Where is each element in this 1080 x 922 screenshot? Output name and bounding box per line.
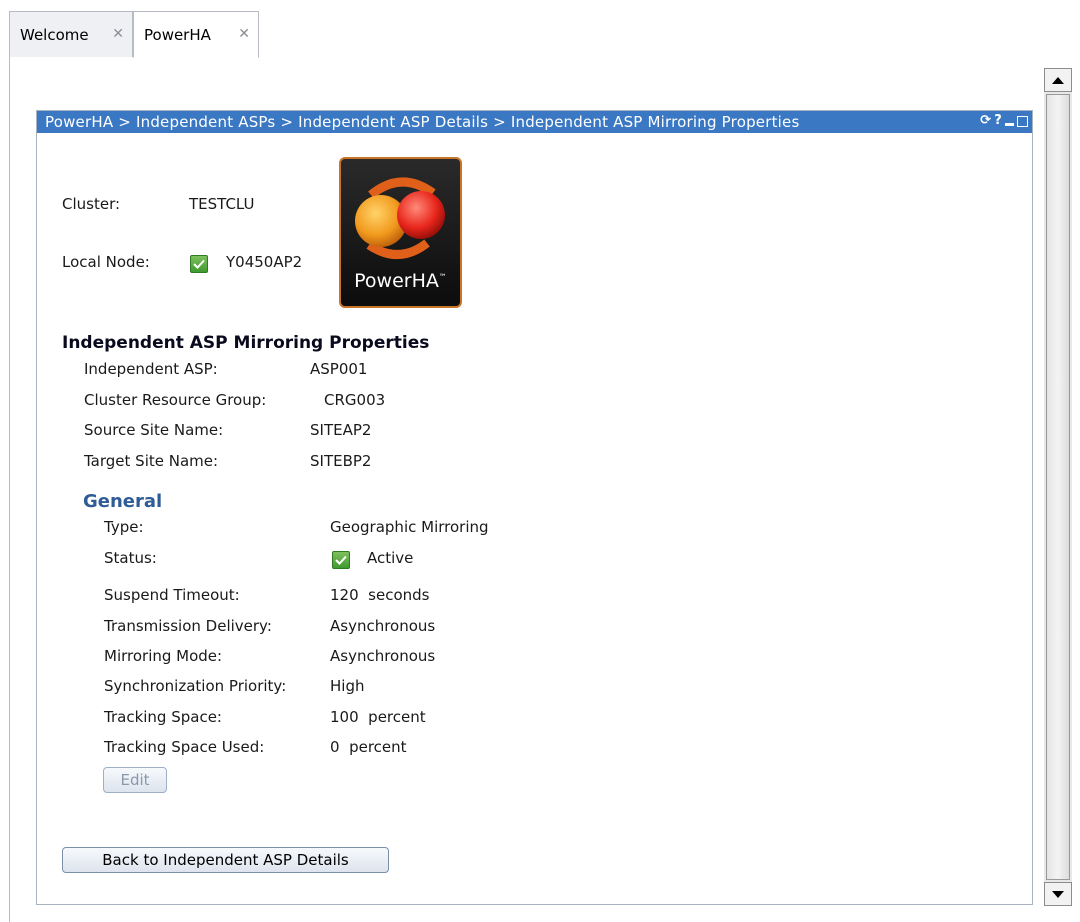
- back-button[interactable]: Back to Independent ASP Details: [62, 847, 389, 873]
- edit-button[interactable]: Edit: [103, 767, 167, 793]
- tracking-space-used-value: 0 percent: [330, 738, 407, 756]
- scroll-thumb[interactable]: [1046, 94, 1070, 880]
- target-site-value: SITEBP2: [310, 452, 372, 470]
- transmission-delivery-label: Transmission Delivery:: [104, 617, 272, 635]
- tab-bar: Welcome ✕ PowerHA ✕: [0, 0, 1080, 58]
- status-value: Active: [367, 549, 414, 567]
- status-label: Status:: [104, 549, 157, 567]
- transmission-delivery-value: Asynchronous: [330, 617, 436, 635]
- checkmark-icon: [332, 551, 350, 569]
- source-site-label: Source Site Name:: [84, 421, 224, 439]
- cluster-label: Cluster:: [62, 195, 121, 213]
- source-site-value: SITEAP2: [310, 421, 372, 439]
- portlet-title-bar: PowerHA > Independent ASPs > Independent…: [37, 111, 1032, 133]
- local-node-label: Local Node:: [62, 253, 150, 271]
- logo-text: PowerHA™: [341, 270, 460, 292]
- powerha-logo: PowerHA™: [339, 157, 462, 308]
- section-title: Independent ASP Mirroring Properties: [62, 333, 430, 353]
- tracking-space-value: 100 percent: [330, 708, 426, 726]
- help-icon[interactable]: ?: [994, 114, 1002, 128]
- crg-value: CRG003: [324, 391, 386, 409]
- portlet-controls: ⟳ ?: [980, 114, 1028, 128]
- scroll-down-button[interactable]: [1044, 882, 1072, 906]
- crg-label: Cluster Resource Group:: [84, 391, 267, 409]
- logo-name: PowerHA: [354, 270, 439, 292]
- tab-powerha-label: PowerHA: [144, 25, 211, 44]
- powerha-logo-graphic: [355, 177, 445, 259]
- suspend-timeout-label: Suspend Timeout:: [104, 586, 240, 604]
- refresh-icon[interactable]: ⟳: [980, 114, 991, 128]
- sync-priority-label: Synchronization Priority:: [104, 677, 287, 695]
- minimize-icon[interactable]: [1005, 123, 1014, 126]
- vertical-scrollbar[interactable]: [1044, 68, 1072, 906]
- mirroring-mode-label: Mirroring Mode:: [104, 647, 223, 665]
- local-node-value: Y0450AP2: [226, 253, 303, 271]
- tracking-space-used-label: Tracking Space Used:: [104, 738, 265, 756]
- close-icon[interactable]: ✕: [238, 26, 250, 42]
- tab-welcome-label: Welcome: [20, 25, 89, 44]
- cluster-value: TESTCLU: [189, 195, 255, 213]
- general-heading: General: [83, 491, 163, 512]
- sync-priority-value: High: [330, 677, 365, 695]
- independent-asp-label: Independent ASP:: [84, 360, 218, 378]
- logo-trademark: ™: [438, 272, 447, 282]
- maximize-icon[interactable]: [1017, 115, 1028, 127]
- arrow-up-icon: [1052, 76, 1064, 84]
- portlet: PowerHA > Independent ASPs > Independent…: [36, 110, 1033, 905]
- breadcrumb[interactable]: PowerHA > Independent ASPs > Independent…: [45, 113, 799, 131]
- close-icon[interactable]: ✕: [112, 26, 124, 42]
- suspend-timeout-value: 120 seconds: [330, 586, 430, 604]
- arrow-down-icon: [1052, 890, 1064, 898]
- scroll-up-button[interactable]: [1044, 68, 1072, 92]
- tracking-space-label: Tracking Space:: [104, 708, 222, 726]
- target-site-label: Target Site Name:: [84, 452, 219, 470]
- tab-powerha[interactable]: PowerHA ✕: [133, 11, 259, 58]
- checkmark-icon: [190, 255, 208, 273]
- type-label: Type:: [104, 518, 144, 536]
- mirroring-mode-value: Asynchronous: [330, 647, 436, 665]
- tab-welcome[interactable]: Welcome ✕: [9, 11, 133, 57]
- type-value: Geographic Mirroring: [330, 518, 489, 536]
- independent-asp-value: ASP001: [310, 360, 368, 378]
